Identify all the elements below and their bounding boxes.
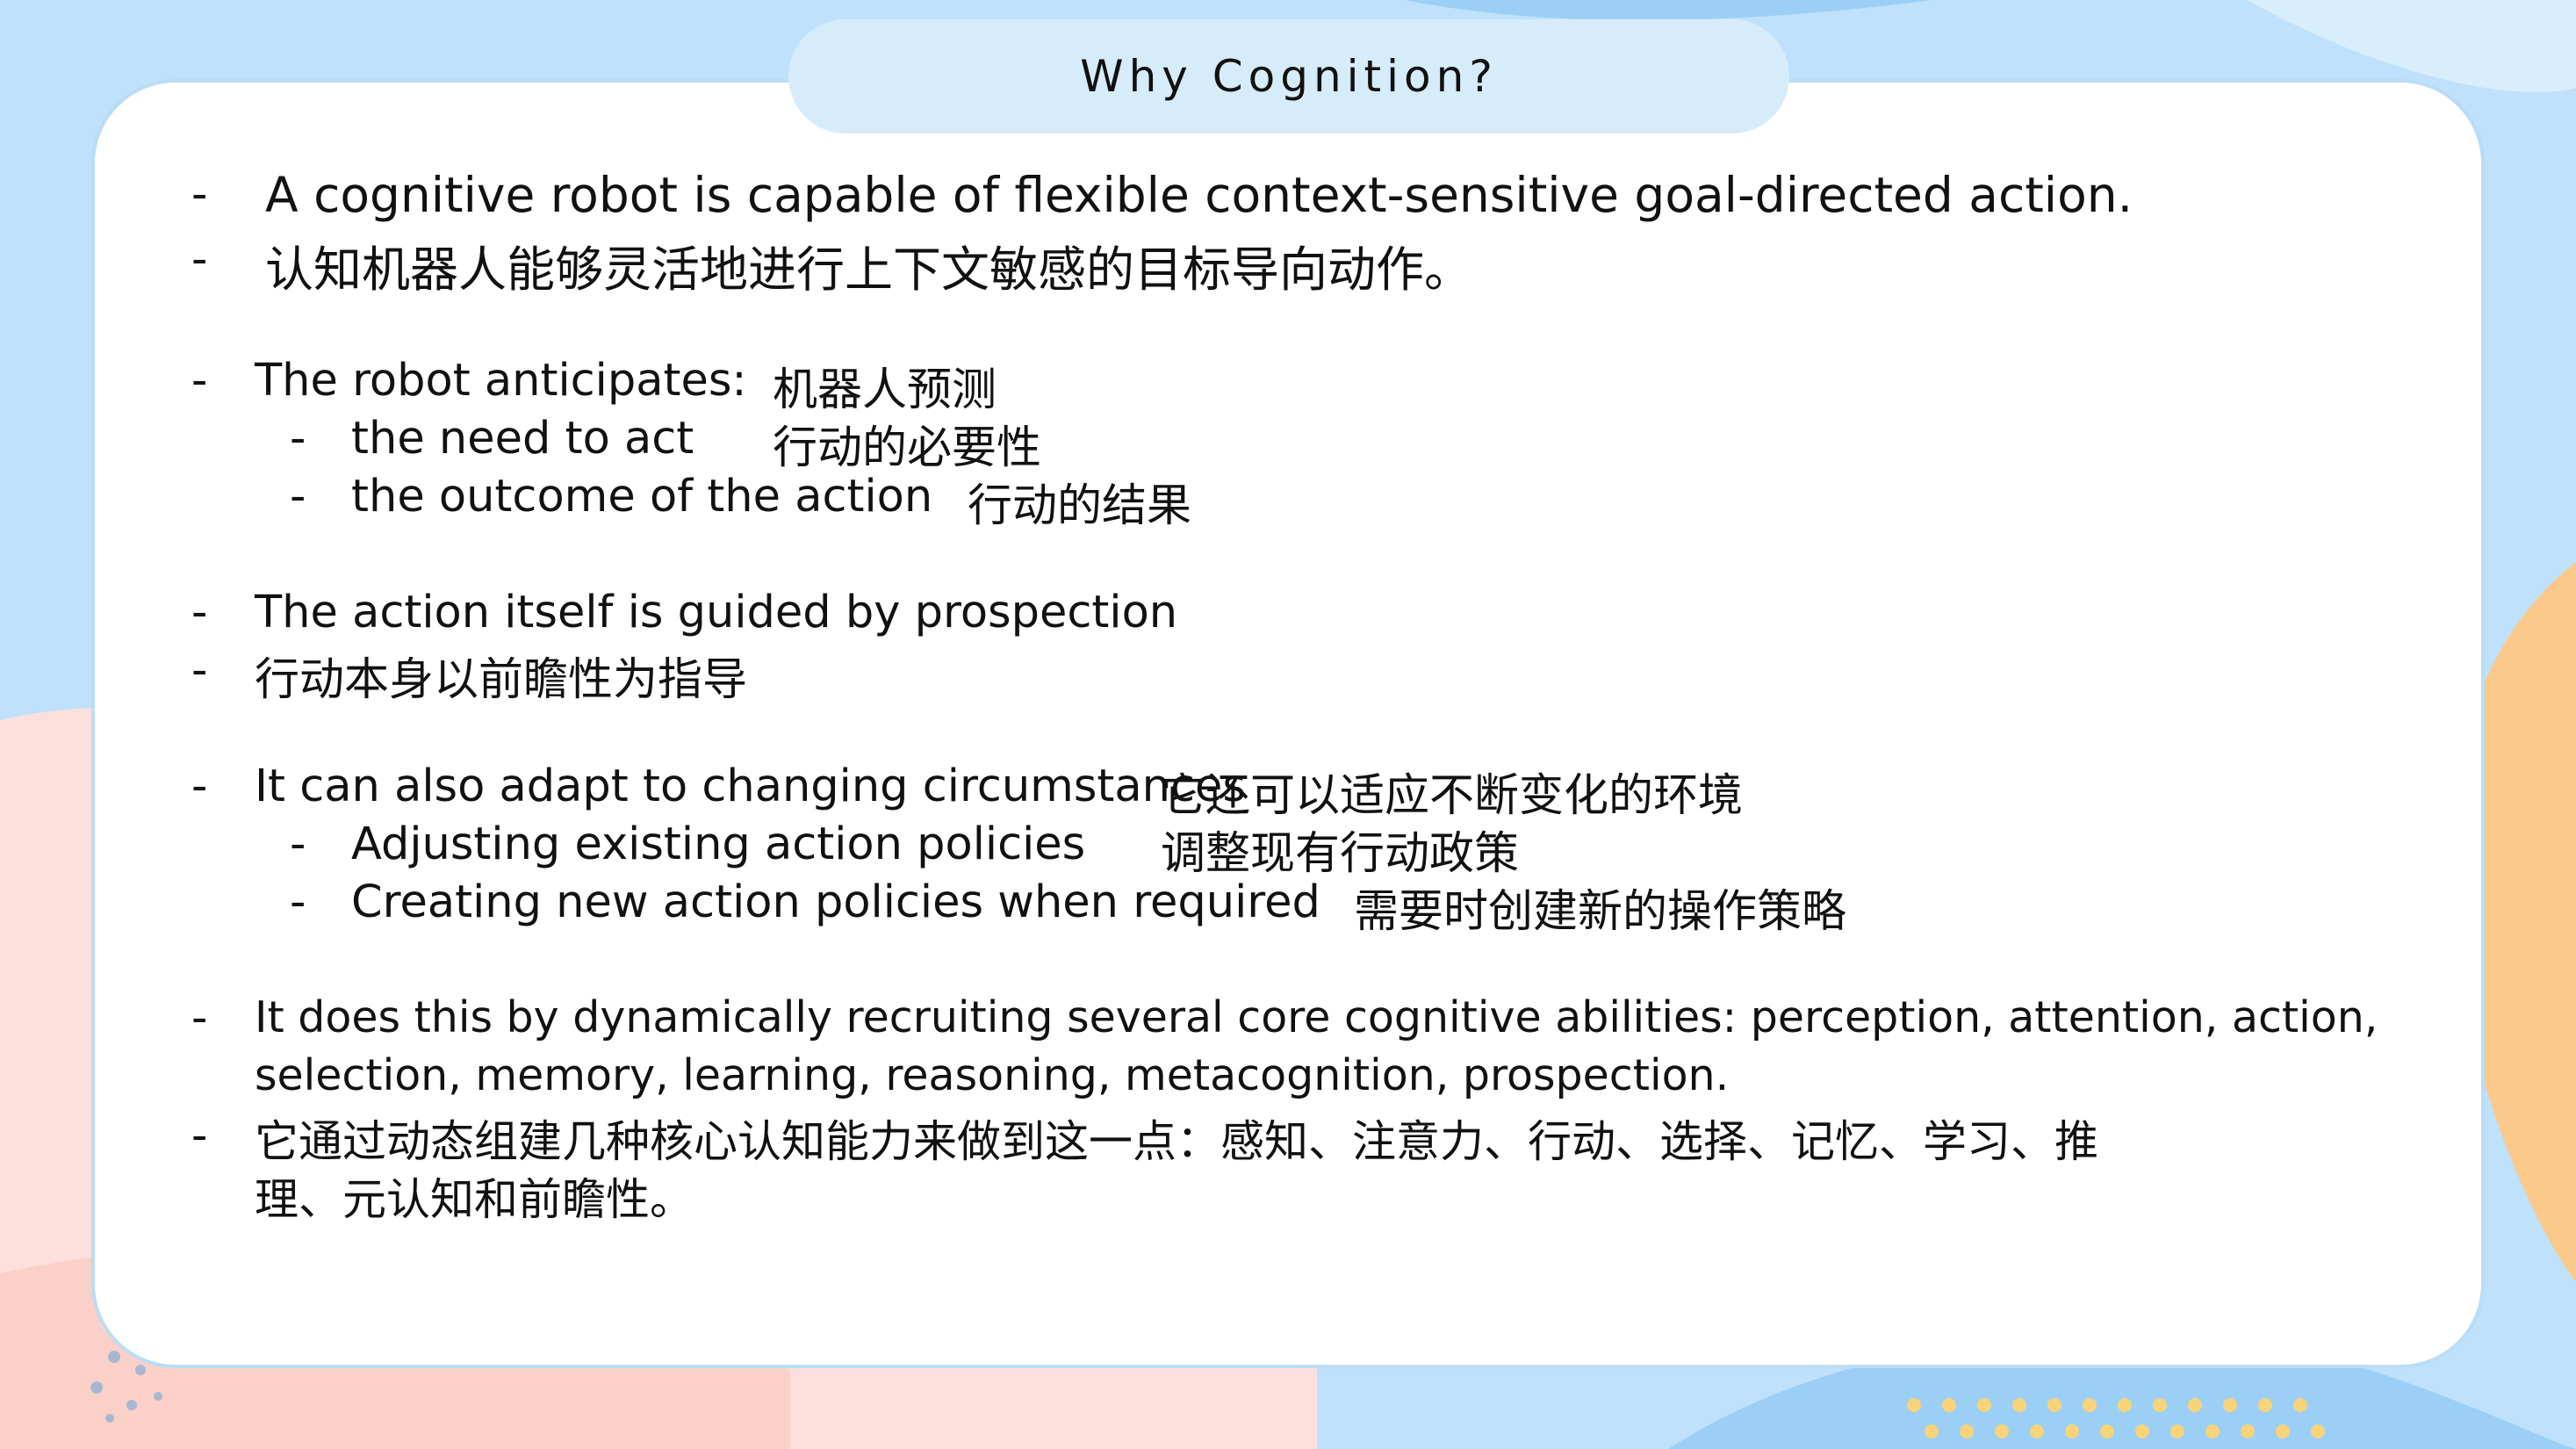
- sub-bullet-dash: -: [290, 876, 306, 928]
- bullet-2-sub-1-en: the need to act: [351, 413, 694, 465]
- bullet-4-sub-1-zh: 调整现有行动政策: [1161, 828, 1520, 880]
- bullet-1-en: A cognitive robot is capable of flexible…: [265, 167, 2133, 223]
- bullet-dash: -: [191, 587, 208, 638]
- bullet-2-en: The robot anticipates:: [255, 355, 747, 407]
- bullet-4-zh: 它还可以适应不断变化的环境: [1161, 770, 1744, 822]
- bullet-5-en-line-2: selection, memory, learning, reasoning, …: [255, 1050, 1730, 1100]
- bullet-2-zh: 机器人预测: [773, 364, 997, 416]
- bullet-3-en: The action itself is guided by prospecti…: [255, 587, 1178, 638]
- bullet-5-en-line-1: It does this by dynamically recruiting s…: [255, 992, 2378, 1042]
- bullet-dash: -: [191, 645, 208, 696]
- bullet-5-zh-line-1: 它通过动态组建几种核心认知能力来做到这一点：感知、注意力、行动、选择、记忆、学习…: [255, 1116, 2098, 1167]
- bullet-3-zh: 行动本身以前瞻性为指导: [255, 654, 748, 706]
- bullet-dash: -: [191, 169, 208, 220]
- bullet-dash: -: [191, 761, 208, 812]
- bullet-4-en: It can also adapt to changing circumstan…: [255, 761, 1246, 812]
- sub-bullet-dash: -: [290, 818, 306, 870]
- bullet-dash: -: [191, 1110, 208, 1162]
- sub-bullet-dash: -: [290, 471, 306, 523]
- bullet-2-sub-1-zh: 行动的必要性: [773, 422, 1042, 474]
- bullet-dash: -: [191, 234, 208, 285]
- bullet-4-sub-2-en: Creating new action policies when requir…: [351, 876, 1320, 928]
- slide-content: - A cognitive robot is capable of flexib…: [0, 0, 2576, 1449]
- bullet-dash: -: [191, 992, 208, 1044]
- bullet-dash: -: [191, 355, 208, 407]
- sub-bullet-dash: -: [290, 413, 306, 465]
- bullet-2-sub-2-en: the outcome of the action: [351, 471, 933, 523]
- bullet-5-zh-line-2: 理、元认知和前瞻性。: [255, 1174, 694, 1225]
- bullet-2-sub-2-zh: 行动的结果: [968, 480, 1192, 532]
- bullet-1-zh: 认知机器人能够灵活地进行上下文敏感的目标导向动作。: [265, 242, 1473, 298]
- bullet-4-sub-1-en: Adjusting existing action policies: [351, 818, 1086, 870]
- bullet-4-sub-2-zh: 需要时创建新的操作策略: [1354, 886, 1847, 938]
